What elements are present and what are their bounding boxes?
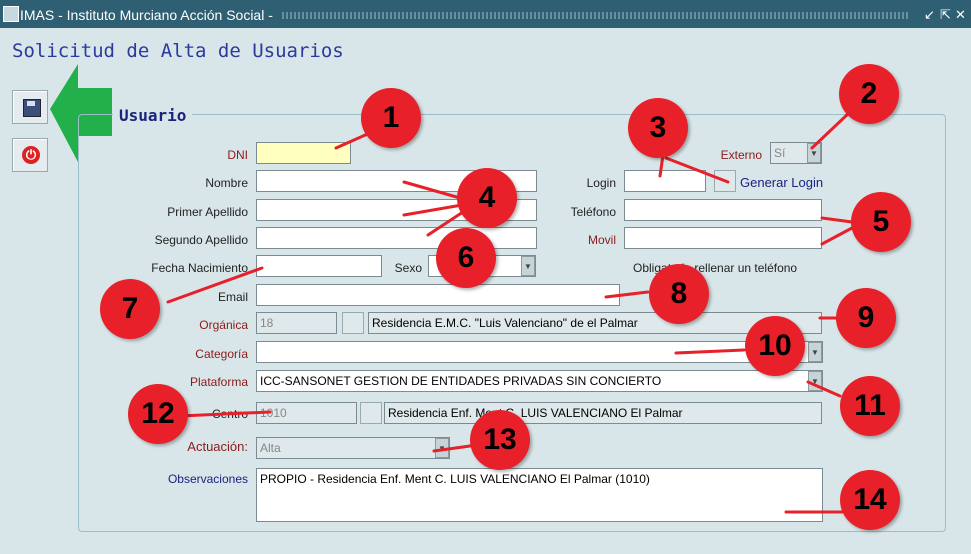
callout-10: 10 xyxy=(745,316,805,376)
callout-2: 2 xyxy=(839,64,899,124)
callout-8: 8 xyxy=(649,264,709,324)
callout-5: 5 xyxy=(851,192,911,252)
callout-13: 13 xyxy=(470,410,530,470)
callout-1: 1 xyxy=(361,88,421,148)
callout-6: 6 xyxy=(436,228,496,288)
callout-11: 11 xyxy=(840,376,900,436)
callout-7: 7 xyxy=(100,279,160,339)
callout-14: 14 xyxy=(840,470,900,530)
callout-4: 4 xyxy=(457,168,517,228)
callout-3: 3 xyxy=(628,98,688,158)
callout-12: 12 xyxy=(128,384,188,444)
callout-9: 9 xyxy=(836,288,896,348)
